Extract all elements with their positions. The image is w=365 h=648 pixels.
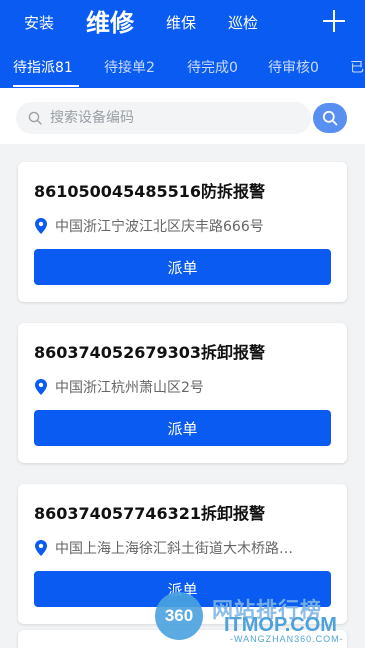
- dispatch-button[interactable]: 派单: [34, 410, 331, 446]
- location-pin-icon: [35, 218, 47, 234]
- order-address: 中国浙江杭州萧山区2号: [55, 380, 204, 396]
- status-tab-bar: 待指派81 待接单2 待完成0 待审核0 已: [0, 56, 365, 88]
- search-field[interactable]: [16, 102, 311, 134]
- order-title: 861050045485516防拆报警: [34, 182, 265, 201]
- search-button[interactable]: [313, 103, 347, 133]
- search-icon: [28, 111, 42, 125]
- tab-pending-complete[interactable]: 待完成0: [187, 58, 238, 78]
- watermark-subdomain: -WANGZHAN360.COM-: [230, 634, 344, 644]
- tab-more[interactable]: 已: [350, 58, 364, 78]
- order-address: 中国浙江宁波江北区庆丰路666号: [55, 219, 264, 235]
- order-card[interactable]: 861050045485516防拆报警 中国浙江宁波江北区庆丰路666号 派单: [18, 162, 347, 302]
- search-bar: [0, 88, 365, 144]
- order-title: 860374057746321拆卸报警: [34, 504, 265, 523]
- dispatch-button[interactable]: 派单: [34, 249, 331, 285]
- search-input[interactable]: [50, 108, 300, 128]
- tab-pending-assign[interactable]: 待指派81: [13, 58, 73, 78]
- tab-pending-accept[interactable]: 待接单2: [104, 58, 155, 78]
- order-card[interactable]: 860374052679303拆卸报警 中国浙江杭州萧山区2号 派单: [18, 323, 347, 463]
- location-pin-icon: [35, 379, 47, 395]
- order-address: 中国上海上海徐汇斜土街道大木桥路…: [55, 541, 293, 557]
- tab-pending-review[interactable]: 待审核0: [268, 58, 319, 78]
- plus-icon[interactable]: [323, 10, 345, 32]
- location-pin-icon: [35, 540, 47, 556]
- active-tab-indicator: [13, 85, 79, 87]
- watermark-logo: 360: [155, 592, 203, 640]
- order-title: 860374052679303拆卸报警: [34, 343, 265, 362]
- nav-tab-repair[interactable]: 维修: [86, 6, 134, 40]
- search-icon: [322, 110, 338, 126]
- nav-tab-install[interactable]: 安装: [24, 12, 54, 34]
- nav-tab-inspection[interactable]: 巡检: [228, 12, 258, 34]
- nav-tab-maintenance[interactable]: 维保: [166, 12, 196, 34]
- top-app-bar: 安装 维修 维保 巡检 待指派81 待接单2 待完成0 待审核0 已: [0, 0, 365, 88]
- watermark: 360 网站排行榜 ITMOP.COM -WANGZHAN360.COM-: [150, 590, 365, 648]
